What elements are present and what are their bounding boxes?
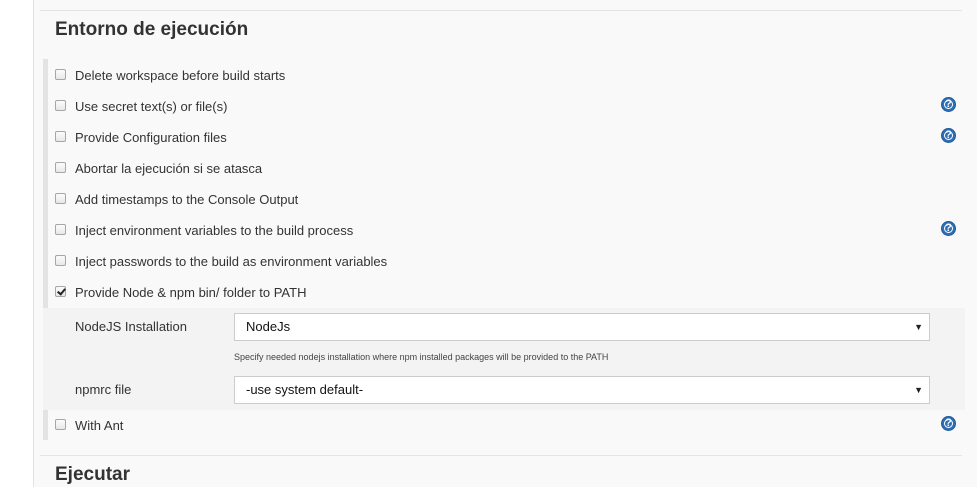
npmrc-file-select[interactable]: -use system default- ▼ [234, 376, 930, 404]
section-title: Entorno de ejecución [55, 19, 249, 40]
option-checkbox[interactable] [55, 418, 66, 430]
section-divider-bottom [40, 455, 962, 456]
option-provide-node[interactable]: Provide Node & npm bin/ folder to PATH [55, 283, 306, 303]
npmrc-file-label: npmrc file [75, 382, 132, 397]
option-label: Inject environment variables to the buil… [75, 223, 354, 238]
option-inject-env-vars[interactable]: Inject environment variables to the buil… [55, 221, 353, 241]
nodejs-installation-value: NodeJs [246, 319, 291, 334]
option-checkbox[interactable] [55, 223, 66, 235]
option-label: Delete workspace before build starts [75, 68, 286, 83]
chevron-down-icon: ▼ [914, 322, 923, 332]
option-abort-stuck[interactable]: Abortar la ejecución si se atasca [55, 159, 262, 179]
option-checkbox[interactable] [55, 254, 66, 266]
npmrc-file-value: -use system default- [246, 382, 364, 397]
option-checkbox[interactable] [55, 161, 66, 173]
option-label: Use secret text(s) or file(s) [75, 99, 228, 114]
help-icon[interactable]: ? [941, 128, 956, 143]
option-config-files[interactable]: Provide Configuration files [55, 128, 227, 148]
option-label: Provide Node & npm bin/ folder to PATH [75, 285, 307, 300]
option-label: With Ant [75, 418, 124, 433]
nodejs-installation-select[interactable]: NodeJs ▼ [234, 313, 930, 341]
section-divider-top [40, 10, 962, 11]
option-checkbox-checked[interactable] [55, 285, 66, 297]
option-delete-workspace[interactable]: Delete workspace before build starts [55, 66, 285, 86]
option-checkbox[interactable] [55, 99, 66, 111]
option-checkbox[interactable] [55, 192, 66, 204]
option-label: Abortar la ejecución si se atasca [75, 161, 263, 176]
option-checkbox[interactable] [55, 130, 66, 142]
option-label: Add timestamps to the Console Output [75, 192, 299, 207]
left-gutter [0, 0, 33, 487]
nodejs-installation-label: NodeJS Installation [75, 319, 188, 334]
option-secret-text[interactable]: Use secret text(s) or file(s) [55, 97, 227, 117]
chevron-down-icon: ▼ [914, 385, 923, 395]
option-label: Provide Configuration files [75, 130, 227, 145]
next-section-title: Ejecutar [55, 464, 130, 485]
nodejs-installation-hint: Specify needed nodejs installation where… [234, 352, 609, 362]
option-with-ant[interactable]: With Ant [55, 416, 123, 436]
option-inject-passwords[interactable]: Inject passwords to the build as environ… [55, 252, 387, 272]
option-timestamps[interactable]: Add timestamps to the Console Output [55, 190, 298, 210]
help-icon[interactable]: ? [941, 221, 956, 236]
option-checkbox[interactable] [55, 68, 66, 80]
option-label: Inject passwords to the build as environ… [75, 254, 388, 269]
help-icon[interactable]: ? [941, 97, 956, 112]
help-icon[interactable]: ? [941, 416, 956, 431]
